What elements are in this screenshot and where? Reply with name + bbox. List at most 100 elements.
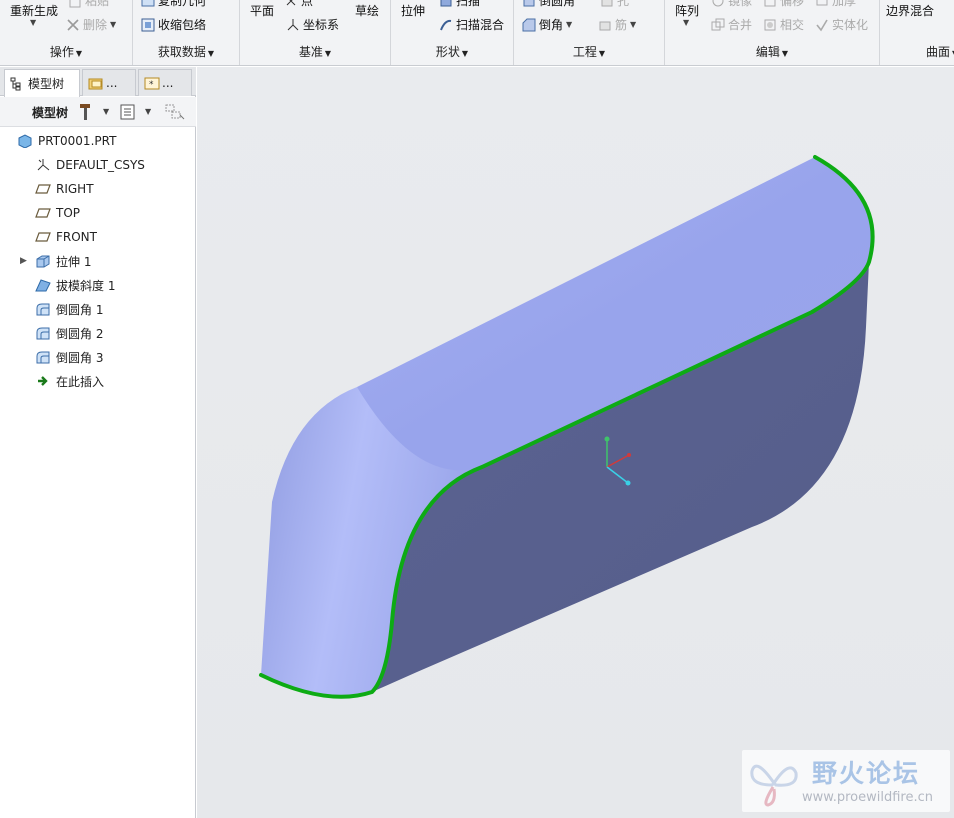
rib-label: 筋: [615, 18, 628, 32]
delete-x-icon: [66, 18, 80, 32]
boundary-blend-label: 边界混合: [886, 4, 935, 18]
chevron-down-icon: ▼: [110, 20, 117, 29]
chevron-down-icon: ▼: [461, 49, 469, 58]
offset-button[interactable]: 偏移: [763, 0, 804, 9]
regenerate-dropdown[interactable]: ▼: [30, 18, 36, 27]
tree-item-label: FRONT: [56, 230, 97, 244]
thicken-label: 加厚: [832, 0, 857, 8]
shrinkwrap-icon: [141, 18, 155, 32]
tree-item-default-csys[interactable]: DEFAULT_CSYS: [0, 153, 190, 177]
group-label[interactable]: 获取数据 ▼: [133, 43, 239, 60]
plane-button[interactable]: 平面: [250, 2, 274, 19]
delete-button[interactable]: 删除 ▼: [66, 16, 116, 33]
shrinkwrap-button[interactable]: 收缩包络: [141, 16, 206, 33]
mirror-icon: [711, 0, 725, 8]
sketch-button[interactable]: 草绘: [355, 2, 379, 19]
forum-watermark: 野火论坛 www.proewildfire.cn: [742, 750, 950, 812]
rib-button[interactable]: 筋 ▼: [598, 16, 636, 33]
group-label[interactable]: 基准 ▼: [240, 43, 390, 60]
tree-item-front[interactable]: FRONT: [0, 225, 190, 249]
hole-button[interactable]: 孔: [600, 0, 629, 9]
model-tree-icon: [10, 77, 24, 91]
tab-favorites[interactable]: * ...: [138, 69, 192, 96]
csys-icon: [286, 18, 300, 32]
pattern-dropdown[interactable]: ▼: [683, 18, 689, 27]
tree-item-right[interactable]: RIGHT: [0, 177, 190, 201]
csys-button[interactable]: 坐标系: [286, 16, 339, 33]
tree-item-label: PRT0001.PRT: [38, 134, 117, 148]
group-label[interactable]: 形状 ▼: [391, 43, 513, 60]
intersect-icon: [763, 18, 777, 32]
chevron-down-icon: ▼: [683, 18, 690, 27]
boundary-blend-button[interactable]: 边界混合: [886, 2, 934, 19]
thicken-button[interactable]: 加厚: [815, 0, 856, 9]
watermark-title: 野火论坛: [812, 759, 921, 788]
sketch-label: 草绘: [355, 4, 380, 18]
tree-columns-dropdown-icon[interactable]: ▼: [145, 107, 151, 116]
tree-toolbar: 模型树 ▼ ▼: [0, 97, 196, 127]
hole-label: 孔: [617, 0, 630, 8]
tab-model-tree-label: 模型树: [28, 77, 65, 91]
merge-button[interactable]: 合并: [711, 16, 752, 33]
svg-text:*: *: [149, 80, 154, 90]
copy-geometry-button[interactable]: 复制几何: [141, 0, 206, 9]
pattern-button[interactable]: 阵列: [675, 2, 699, 19]
tree-item-round-2[interactable]: 倒圆角 2: [0, 321, 190, 345]
tree-columns-icon[interactable]: [120, 104, 136, 120]
graphics-viewport[interactable]: [197, 67, 954, 818]
tab-folder-browser[interactable]: ...: [82, 69, 136, 96]
chamfer-label: 倒角: [539, 18, 564, 32]
sweep-button[interactable]: 扫描: [439, 0, 480, 9]
point-label: 点: [301, 0, 314, 8]
offset-icon: [763, 0, 777, 8]
chevron-down-icon: ▼: [598, 49, 606, 58]
swept-blend-icon: [439, 18, 453, 32]
hole-icon: [600, 0, 614, 8]
intersect-button[interactable]: 相交: [763, 16, 804, 33]
tree-filter-icon[interactable]: [164, 103, 186, 121]
mirror-label: 镜像: [728, 0, 753, 8]
shrinkwrap-label: 收缩包络: [158, 18, 207, 32]
solidify-button[interactable]: 实体化: [815, 16, 868, 33]
group-engineering: 倒圆角 孔 倒角 ▼ 筋 ▼ 工程 ▼: [514, 0, 665, 65]
sweep-label: 扫描: [456, 0, 481, 8]
chevron-down-icon: ▼: [75, 49, 83, 58]
point-button[interactable]: 点: [284, 0, 313, 9]
group-label[interactable]: 编辑 ▼: [665, 43, 879, 60]
tab-favorites-label: ...: [162, 76, 174, 90]
tree-item-insert-here[interactable]: 在此插入: [0, 369, 190, 393]
tree-item-top[interactable]: TOP: [0, 201, 190, 225]
watermark-url: www.proewildfire.cn: [802, 790, 933, 805]
hammer-icon[interactable]: [78, 103, 94, 121]
swept-blend-button[interactable]: 扫描混合: [439, 16, 504, 33]
solidify-label: 实体化: [832, 18, 869, 32]
paste-button[interactable]: 粘贴: [68, 0, 109, 9]
copy-geometry-icon: [141, 0, 155, 8]
chevron-down-icon: ▼: [30, 18, 37, 27]
mirror-button[interactable]: 镜像: [711, 0, 752, 9]
tree-item-label: RIGHT: [56, 182, 94, 196]
ribbon: 重新生成 ▼ 粘贴 删除 ▼ 操作▼ 复制几何 收缩包络 获取数据▼ 平面: [0, 0, 954, 66]
chevron-down-icon: ▼: [324, 49, 332, 58]
extrude-button[interactable]: 拉伸: [401, 2, 425, 19]
group-label[interactable]: 操作 ▼: [0, 43, 132, 60]
group-label[interactable]: 曲面▼: [926, 43, 954, 60]
round-button[interactable]: 倒圆角: [522, 0, 575, 9]
tree-item-round-3[interactable]: 倒圆角 3: [0, 345, 190, 369]
folder-icon: [88, 76, 103, 90]
datum-plane-icon: [35, 206, 51, 220]
chamfer-button[interactable]: 倒角 ▼: [522, 16, 572, 33]
tree-item-extrude-1[interactable]: 拉伸 1: [0, 249, 190, 273]
draft-icon: [35, 278, 51, 292]
tree-item-draft-1[interactable]: 拔模斜度 1: [0, 273, 190, 297]
tree-settings-dropdown-icon[interactable]: ▼: [103, 107, 109, 116]
tab-folder-label: ...: [106, 76, 118, 90]
tree-item-part[interactable]: PRT0001.PRT: [0, 129, 190, 153]
model-3d-view[interactable]: [197, 67, 954, 818]
group-label[interactable]: 工程 ▼: [514, 43, 664, 60]
tab-model-tree[interactable]: 模型树: [4, 69, 80, 97]
butterfly-logo-icon: [750, 764, 798, 807]
regenerate-button[interactable]: 重新生成: [10, 2, 58, 19]
tree-item-round-1[interactable]: 倒圆角 1: [0, 297, 190, 321]
pattern-label: 阵列: [675, 4, 700, 18]
